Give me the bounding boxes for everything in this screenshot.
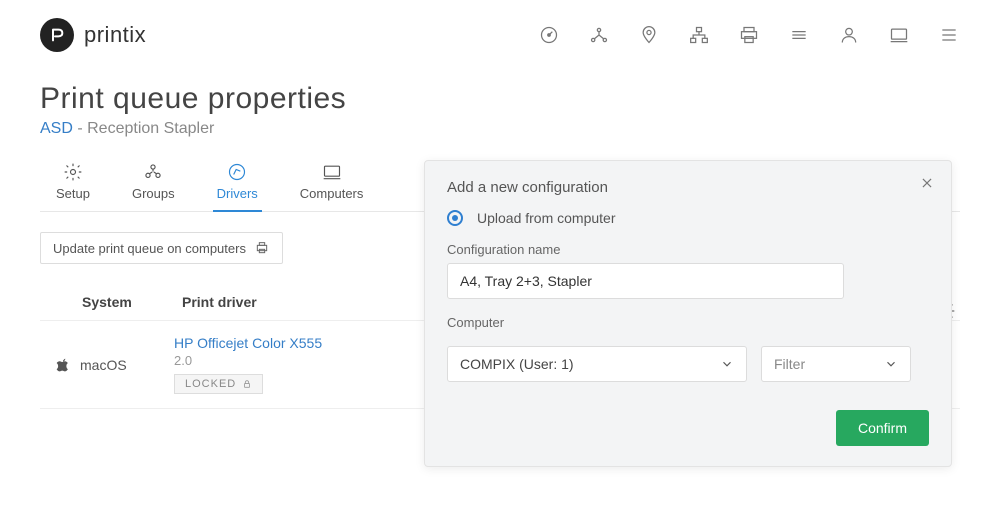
driver-version: 2.0 (174, 353, 426, 368)
confirm-button[interactable]: Confirm (836, 410, 929, 446)
logo-text: printix (84, 22, 146, 48)
upload-option[interactable]: Upload from computer (447, 210, 929, 226)
computer-select[interactable]: COMPIX (User: 1) (447, 346, 747, 382)
tab-groups-label: Groups (132, 186, 175, 201)
filter-select[interactable]: Filter (761, 346, 911, 382)
computer-select-value: COMPIX (User: 1) (460, 356, 574, 372)
user-icon[interactable] (838, 24, 860, 46)
config-name-label: Configuration name (447, 242, 929, 257)
breadcrumb: ASD - Reception Stapler (40, 120, 960, 138)
system-label: macOS (80, 357, 127, 373)
tab-groups[interactable]: Groups (132, 162, 175, 211)
breadcrumb-sep: - (73, 120, 87, 137)
locked-label: LOCKED (185, 378, 236, 390)
modal-actions: Confirm (447, 410, 929, 446)
config-name-input[interactable] (447, 263, 844, 299)
update-queue-button[interactable]: Update print queue on computers (40, 232, 283, 264)
tab-drivers[interactable]: Drivers (217, 162, 258, 211)
chevron-down-icon (884, 357, 898, 371)
upload-option-label: Upload from computer (477, 210, 616, 226)
add-configuration-modal: Add a new configuration Upload from comp… (424, 160, 952, 467)
distribute-icon[interactable] (588, 24, 610, 46)
filter-placeholder: Filter (774, 356, 805, 372)
tab-computers-label: Computers (300, 186, 364, 201)
page-title: Print queue properties (40, 82, 960, 116)
tab-drivers-label: Drivers (217, 186, 258, 201)
radio-selected-icon (447, 210, 463, 226)
printer-small-icon (254, 240, 270, 256)
location-icon[interactable] (638, 24, 660, 46)
printer-icon[interactable] (738, 24, 760, 46)
modal-title: Add a new configuration (447, 179, 929, 196)
page-heading: Print queue properties ASD - Reception S… (0, 62, 1000, 148)
dashboard-icon[interactable] (538, 24, 560, 46)
logo-mark-icon (40, 18, 74, 52)
tab-setup-label: Setup (56, 186, 90, 201)
queue-icon[interactable] (788, 24, 810, 46)
tab-setup[interactable]: Setup (56, 162, 90, 211)
driver-name[interactable]: HP Officejet Color X555 (174, 335, 426, 351)
network-icon[interactable] (688, 24, 710, 46)
topnav (538, 24, 960, 46)
col-system: System (54, 294, 174, 310)
logo[interactable]: printix (40, 18, 146, 52)
lock-icon (242, 379, 252, 389)
close-icon[interactable] (917, 173, 937, 193)
computer-label: Computer (447, 315, 929, 330)
chevron-down-icon (720, 357, 734, 371)
update-queue-label: Update print queue on computers (53, 241, 246, 256)
breadcrumb-link[interactable]: ASD (40, 120, 73, 137)
locked-badge: LOCKED (174, 374, 263, 394)
system-cell: macOS (54, 356, 174, 374)
tab-computers[interactable]: Computers (300, 162, 364, 211)
computer-icon[interactable] (888, 24, 910, 46)
topbar: printix (0, 0, 1000, 62)
breadcrumb-text: Reception Stapler (87, 120, 214, 137)
apple-icon (54, 356, 72, 374)
driver-cell: HP Officejet Color X555 2.0 LOCKED (174, 335, 426, 394)
menu-icon[interactable] (938, 24, 960, 46)
